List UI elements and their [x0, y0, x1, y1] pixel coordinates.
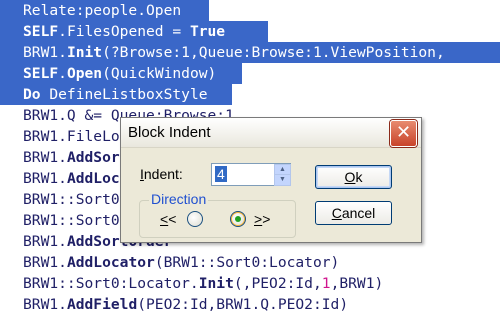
code-token: (PEO2:Id,BRW1.Q.PEO2:Id)	[137, 296, 349, 313]
code-token: (,PEO2:Id,	[233, 275, 322, 292]
code-token: (?Browse:1,Queue:Browse:1.ViewPosition,	[102, 44, 445, 61]
direction-group: Direction << >>	[139, 191, 296, 238]
close-glyph: ✕	[395, 122, 412, 143]
code-token: ,BRW1)	[330, 275, 384, 292]
code-token: DefineListboxStyle	[40, 86, 208, 103]
code-token: AddField	[66, 296, 138, 313]
ok-button[interactable]: Ok	[315, 165, 392, 189]
code-token: BRW1.	[23, 44, 67, 61]
code-token: BRW1.	[23, 296, 67, 313]
spin-buttons: ▲ ▼	[274, 164, 291, 186]
code-line[interactable]: BRW1.AddLocator(BRW1::Sort0:Locator)	[0, 252, 500, 273]
code-token: Open	[66, 65, 103, 82]
code-line[interactable]: BRW1.Init(?Browse:1,Queue:Browse:1.ViewP…	[0, 42, 500, 63]
code-token: .FilesOpened =	[58, 23, 190, 40]
code-token: AddLocator	[66, 254, 155, 271]
shift-right-rest: >	[262, 211, 271, 227]
code-token: Init	[66, 44, 103, 61]
block-indent-dialog: Block Indent ✕ Indent: 4 ▲ ▼ Direction <…	[120, 117, 422, 243]
shift-left-accel: <	[160, 211, 169, 227]
code-line[interactable]: BRW1::Sort0:Locator.Init(,PEO2:Id,1,BRW1…	[0, 273, 500, 294]
dialog-title: Block Indent	[128, 124, 211, 141]
code-token: 1	[321, 275, 331, 292]
code-token: SELF	[23, 23, 59, 40]
shift-left-label[interactable]: <<	[160, 211, 176, 227]
shift-left-rest: <	[168, 211, 177, 227]
cancel-accel: C	[331, 205, 342, 221]
dialog-titlebar[interactable]: Block Indent ✕	[121, 118, 421, 148]
ok-label-rest: k	[355, 169, 363, 185]
code-token: Do	[23, 86, 41, 103]
direction-group-label: Direction	[149, 191, 209, 207]
spin-down-icon[interactable]: ▼	[274, 174, 291, 186]
code-token: BRW1.	[23, 170, 67, 187]
code-line[interactable]: SELF.FilesOpened = True	[0, 21, 268, 42]
shift-right-radio[interactable]	[230, 211, 246, 227]
code-token: .	[58, 65, 67, 82]
indent-label-rest: ndent:	[143, 166, 183, 182]
code-token: BRW1.	[23, 254, 67, 271]
code-line[interactable]: SELF.Open(QuickWindow)	[0, 63, 242, 84]
close-icon[interactable]: ✕	[390, 120, 417, 147]
indent-label: Indent:	[140, 166, 183, 182]
code-token: Relate:people.Open	[23, 2, 182, 19]
code-line[interactable]: Relate:people.Open	[0, 0, 209, 21]
code-token: (BRW1::Sort0:Locator)	[154, 254, 340, 271]
ok-accel: O	[344, 169, 356, 185]
code-token: True	[189, 23, 226, 40]
code-token: BRW1.	[23, 233, 67, 250]
indent-value[interactable]: 4	[215, 166, 227, 182]
code-token: BRW1.	[23, 149, 67, 166]
shift-right-accel: >	[254, 211, 263, 227]
indent-spinbox[interactable]: 4 ▲ ▼	[211, 163, 291, 186]
cancel-label-rest: ancel	[341, 205, 376, 221]
shift-right-label[interactable]: >>	[254, 211, 270, 227]
code-token: Init	[198, 275, 234, 292]
cancel-button[interactable]: Cancel	[315, 201, 392, 225]
code-token: BRW1::Sort0:Locator.	[23, 275, 199, 292]
shift-left-radio[interactable]	[187, 211, 203, 227]
code-token: (QuickWindow)	[102, 65, 217, 82]
code-line[interactable]: Do DefineListboxStyle	[0, 84, 232, 105]
code-token: SELF	[23, 65, 59, 82]
